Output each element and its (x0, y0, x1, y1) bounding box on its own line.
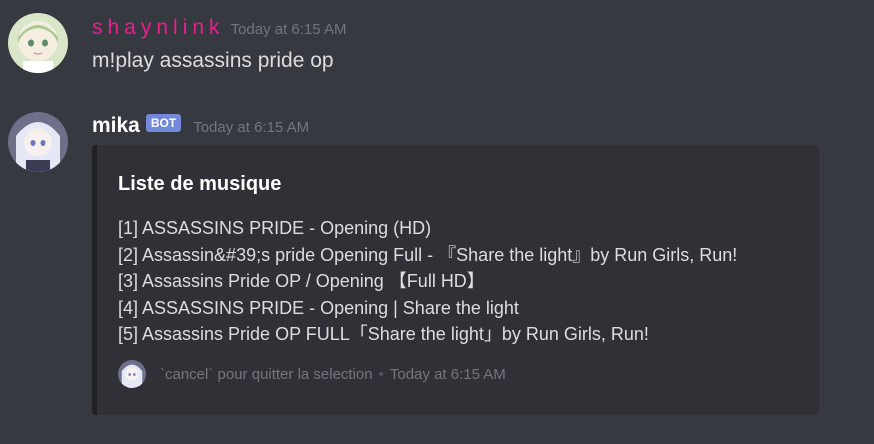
message-timestamp: Today at 6:15 AM (230, 21, 347, 38)
footer-separator: • (378, 365, 384, 383)
user-avatar[interactable] (8, 13, 68, 73)
bot-tag-badge: BOT (145, 114, 182, 132)
bot-username[interactable]: mika (92, 114, 140, 137)
message-timestamp: Today at 6:15 AM (193, 119, 310, 136)
bot-avatar[interactable] (8, 112, 68, 172)
footer-text: `cancel` pour quitter la selection (160, 365, 373, 383)
footer-avatar-icon (118, 360, 146, 388)
message-shaynlink: shaynlink Today at 6:15 AM m!play assassi… (0, 0, 874, 90)
list-item: [1] ASSASSINS PRIDE - Opening (HD) (118, 218, 432, 238)
embed-footer: `cancel` pour quitter la selection • Tod… (118, 360, 506, 388)
embed-title: Liste de musique (118, 173, 282, 195)
anime-girl-avatar-icon (8, 13, 68, 73)
list-item: [4] ASSASSINS PRIDE - Opening | Share th… (118, 297, 519, 318)
message-content: m!play assassins pride op (92, 49, 334, 72)
anime-bot-avatar-icon (8, 112, 68, 172)
music-list-embed: Liste de musique [1] ASSASSINS PRIDE - O… (92, 145, 819, 415)
list-item: [5] Assassins Pride OP FULL「Share the li… (118, 324, 649, 344)
footer-timestamp: Today at 6:15 AM (389, 365, 506, 383)
username[interactable]: shaynlink (92, 16, 225, 39)
music-list: [1] ASSASSINS PRIDE - Opening (HD) [2] A… (118, 215, 737, 348)
chat-view: shaynlink Today at 6:15 AM m!play assassi… (0, 0, 874, 444)
list-item: [3] Assassins Pride OP / Opening 【Full H… (118, 271, 485, 291)
list-item: [2] Assassin&#39;s pride Opening Full - … (118, 244, 738, 265)
